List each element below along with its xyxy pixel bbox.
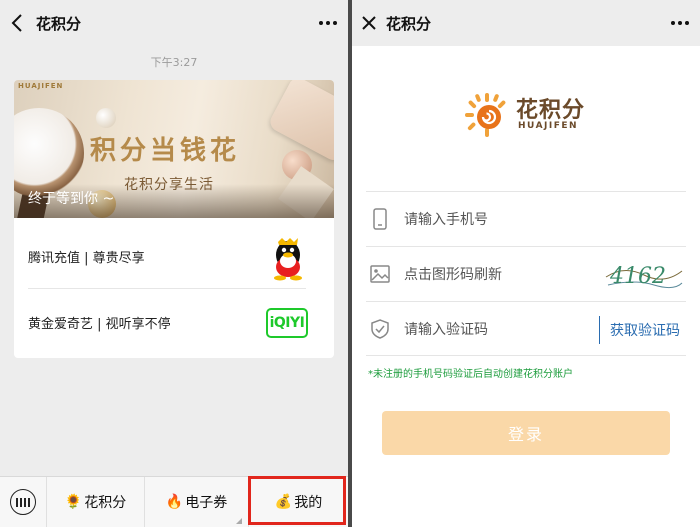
- banner-logo: HUAJIFEN: [18, 82, 64, 90]
- list-item-text: 黄金爱奇艺 | 视听享不停: [28, 316, 171, 332]
- code-field[interactable]: 请输入验证码 获取验证码: [366, 301, 686, 356]
- login-button[interactable]: 登录: [382, 411, 670, 455]
- screenshot: 花积分 下午3:27 HUAJIFEN 积分当钱花 花积分享生活 终于等到你 ~: [0, 0, 700, 527]
- keyboard-icon-keys: [16, 497, 30, 507]
- list-item-text: 腾讯充值 | 尊贵尽享: [28, 251, 145, 266]
- menu-tab-label: 电子券: [185, 495, 228, 511]
- qq-penguin-icon: [268, 237, 308, 281]
- more-dots-icon[interactable]: [308, 0, 348, 46]
- chat-title: 花积分: [36, 14, 82, 33]
- shield-icon: [366, 318, 394, 339]
- login-panel: 花积分 花积分 HUAJIFEN 请输入手机号 点击图形码刷新 4162 请输入…: [352, 0, 700, 527]
- login-navbar: 花积分: [352, 0, 700, 46]
- article-banner[interactable]: HUAJIFEN 积分当钱花 花积分享生活 终于等到你 ~: [14, 80, 334, 218]
- brand-logo: 花积分 HUAJIFEN: [464, 92, 604, 138]
- sun-logo-icon: [465, 93, 506, 137]
- chat-navbar: 花积分: [0, 0, 348, 46]
- menu-tab-label: 花积分: [84, 495, 127, 511]
- menu-tab-huajifen[interactable]: 🌻 花积分: [46, 476, 144, 527]
- chat-panel: 花积分 下午3:27 HUAJIFEN 积分当钱花 花积分享生活 终于等到你 ~: [0, 0, 348, 527]
- banner-caption: 终于等到你 ~: [28, 191, 115, 207]
- chevron-left-icon[interactable]: [0, 0, 34, 46]
- phone-field[interactable]: 请输入手机号: [366, 191, 686, 246]
- submenu-indicator-icon: [236, 517, 242, 524]
- get-code-button[interactable]: 获取验证码: [599, 316, 680, 344]
- login-title: 花积分: [386, 14, 432, 33]
- list-item-tencent-recharge[interactable]: 腾讯充值 | 尊贵尽享: [28, 225, 306, 289]
- phone-icon: [366, 208, 394, 230]
- sunflower-icon: 🌻: [64, 494, 83, 510]
- highlight-box: [248, 476, 346, 525]
- close-icon[interactable]: [352, 0, 386, 46]
- brand-subname: HUAJIFEN: [518, 121, 579, 131]
- menu-tab-coupons[interactable]: 🔥 电子券: [144, 476, 248, 527]
- decor-ball: [96, 108, 116, 128]
- article-card[interactable]: HUAJIFEN 积分当钱花 花积分享生活 终于等到你 ~ 腾讯充值 | 尊贵尽…: [14, 80, 334, 358]
- message-timestamp: 下午3:27: [150, 56, 198, 69]
- captcha-text: 4162: [609, 264, 666, 289]
- banner-headline: 积分当钱花: [90, 136, 241, 166]
- fire-icon: 🔥: [165, 494, 184, 510]
- more-dots-icon[interactable]: [660, 0, 700, 46]
- brand-name: 花积分: [516, 97, 586, 123]
- register-note: *未注册的手机号码验证后自动创建花积分账户: [368, 369, 573, 380]
- keyboard-icon[interactable]: [0, 477, 46, 527]
- image-icon: [366, 265, 394, 283]
- keyboard-icon-circle: [10, 489, 36, 515]
- captcha-image[interactable]: 4162: [604, 255, 684, 293]
- captcha-field[interactable]: 点击图形码刷新 4162: [366, 246, 686, 301]
- phone-input[interactable]: 请输入手机号: [404, 209, 686, 229]
- iqiyi-logo-icon: iQIYI: [266, 308, 308, 338]
- list-item-iqiyi[interactable]: 黄金爱奇艺 | 视听享不停 iQIYI: [28, 290, 308, 354]
